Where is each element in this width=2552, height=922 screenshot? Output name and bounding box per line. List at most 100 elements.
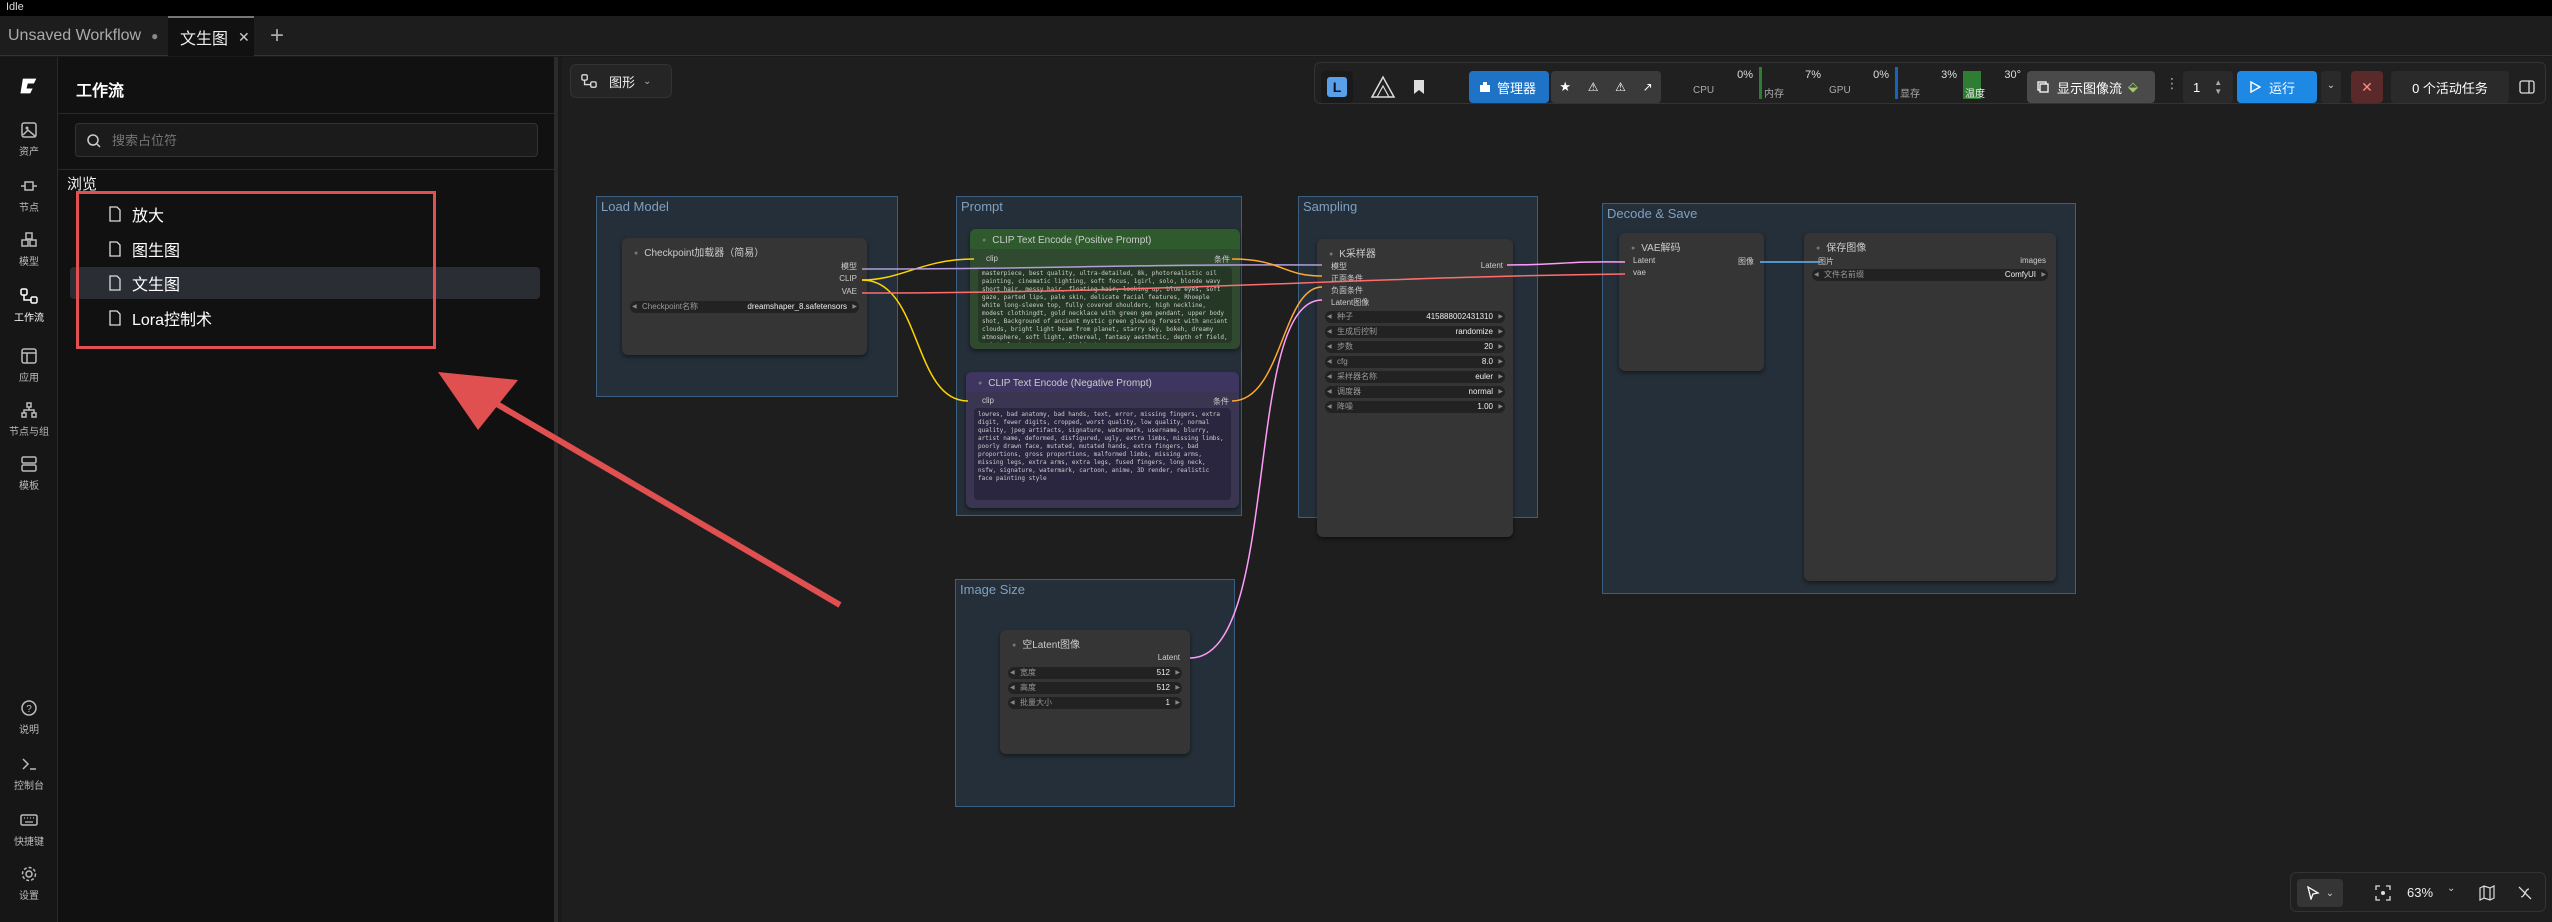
- sampler-name-widget[interactable]: 采样器名称 euler: [1325, 371, 1505, 383]
- widget-label: Checkpoint名称: [642, 302, 699, 311]
- sidebar-item-workflows[interactable]: 工作流: [0, 287, 58, 324]
- search-input[interactable]: [112, 129, 512, 151]
- node-empty-latent-image[interactable]: 空Latent图像 Latent 宽度 512 高度 512 批量大小 1: [1000, 630, 1190, 754]
- toggle-panel-button[interactable]: [2513, 71, 2541, 103]
- keyboard-icon: [20, 814, 38, 826]
- sidebar-item-shortcuts[interactable]: 快捷键: [0, 811, 58, 848]
- node-clip-text-negative[interactable]: CLIP Text Encode (Negative Prompt) clip …: [966, 372, 1239, 508]
- group-title: Prompt: [961, 199, 1003, 214]
- gear-icon: [21, 866, 37, 882]
- sidebar-item-label: 模型: [19, 257, 39, 268]
- vram-label: 显存: [1900, 89, 1920, 100]
- sidebar-item-nodes[interactable]: 节点: [0, 177, 58, 214]
- stepper-icon[interactable]: ▲ ▼: [2214, 78, 2222, 96]
- scheduler-widget[interactable]: 调度器 normal: [1325, 386, 1505, 398]
- close-icon[interactable]: ✕: [238, 29, 250, 46]
- width-widget[interactable]: 宽度 512: [1008, 667, 1182, 679]
- positive-prompt-textarea[interactable]: masterpiece, best quality, ultra-detaile…: [978, 267, 1232, 343]
- node-manager-logo-button[interactable]: [1365, 71, 1401, 103]
- node-title: 保存图像: [1804, 233, 2056, 254]
- widget-value: dreamshaper_8.safetensors: [747, 302, 847, 311]
- output-vae-label: VAE: [841, 287, 857, 296]
- sidebar-item-label: 工作流: [14, 313, 44, 324]
- node-checkpoint-loader[interactable]: Checkpoint加载器（简易） 模型 CLIP VAE Checkpoint…: [622, 238, 867, 355]
- graph-mode-dropdown[interactable]: 图形 ⌄: [570, 64, 672, 98]
- run-options-chevron-icon[interactable]: ⌄: [2321, 71, 2341, 103]
- queue-button[interactable]: 0 个活动任务: [2391, 71, 2509, 103]
- search-box[interactable]: [75, 123, 538, 157]
- cancel-run-button[interactable]: ✕: [2351, 71, 2383, 103]
- filename-prefix-widget[interactable]: 文件名前缀 ComfyUI: [1812, 269, 2048, 281]
- sidebar-item-label: 控制台: [14, 781, 44, 792]
- warning-b-icon[interactable]: ⚠: [1615, 80, 1626, 94]
- mountain-logo-icon: [1370, 75, 1396, 98]
- sidebar-item-label: 快捷键: [14, 837, 44, 848]
- workflow-logo-button[interactable]: L: [1321, 71, 1353, 103]
- group-title: Decode & Save: [1607, 206, 1698, 221]
- sidebar-item-node-groups[interactable]: 节点与组: [0, 401, 58, 438]
- widget-label: 生成后控制: [1337, 327, 1377, 336]
- fit-view-icon[interactable]: [2375, 885, 2391, 901]
- sidebar-item-settings[interactable]: 设置: [0, 865, 58, 902]
- widget-value: randomize: [1455, 327, 1493, 336]
- widget-value: 1: [1165, 698, 1170, 707]
- widget-value: 20: [1484, 342, 1493, 351]
- control-after-generate-widget[interactable]: 生成后控制 randomize: [1325, 326, 1505, 338]
- input-images-label: 图片: [1818, 257, 1834, 266]
- cube-icon: [21, 232, 37, 247]
- widget-label: 调度器: [1337, 387, 1361, 396]
- layers-icon: [2037, 81, 2049, 93]
- image-feed-button[interactable]: 显示图像流 ⬙: [2027, 71, 2155, 103]
- node-clip-text-positive[interactable]: CLIP Text Encode (Positive Prompt) clip …: [970, 229, 1240, 349]
- sidebar-item-assets[interactable]: 资产: [0, 121, 58, 158]
- graph-canvas[interactable]: Load Model Prompt Sampling Decode & Save…: [562, 57, 2552, 922]
- height-widget[interactable]: 高度 512: [1008, 682, 1182, 694]
- output-model-label: 模型: [841, 262, 857, 271]
- node-save-image[interactable]: 保存图像 图片 images 文件名前缀 ComfyUI: [1804, 233, 2056, 581]
- annotation-arrow: [438, 372, 842, 608]
- warning-a-icon[interactable]: ⚠: [1588, 80, 1599, 94]
- run-button[interactable]: 运行: [2237, 71, 2317, 103]
- tab-text-to-image[interactable]: 文生图 ✕: [168, 16, 254, 56]
- minimap-icon[interactable]: [2479, 885, 2495, 901]
- sidebar-item-models[interactable]: 模型: [0, 231, 58, 268]
- node-vae-decode[interactable]: VAE解码 Latent vae 图像: [1619, 233, 1764, 371]
- hide-links-icon[interactable]: [2517, 885, 2533, 901]
- run-label: 运行: [2269, 80, 2296, 96]
- tab-unsaved-workflow[interactable]: Unsaved Workflow ●: [0, 16, 166, 56]
- status-strip: Idle: [0, 0, 2552, 16]
- logo[interactable]: [0, 75, 58, 97]
- template-icon: [21, 456, 37, 472]
- seed-widget[interactable]: 种子 415888002431310: [1325, 311, 1505, 323]
- ckpt-name-widget[interactable]: Checkpoint名称 dreamshaper_8.safetensors: [630, 301, 859, 313]
- sidebar-item-templates[interactable]: 模板: [0, 455, 58, 492]
- sidebar-item-help[interactable]: ? 说明: [0, 699, 58, 736]
- input-positive-label: 正面条件: [1331, 274, 1363, 283]
- chevron-down-icon: ⌄: [643, 75, 652, 87]
- negative-prompt-textarea[interactable]: lowres, bad anatomy, bad hands, text, er…: [974, 408, 1231, 500]
- sidebar-item-console[interactable]: 控制台: [0, 755, 58, 792]
- chevron-down-icon[interactable]: ⌄: [2447, 883, 2455, 894]
- output-latent-label: Latent: [1157, 653, 1180, 662]
- star-icon[interactable]: ★: [1559, 79, 1571, 95]
- gpu-monitor: 0% GPU: [1827, 67, 1891, 99]
- steps-widget[interactable]: 步数 20: [1325, 341, 1505, 353]
- bookmark-button[interactable]: [1405, 71, 1433, 103]
- gpu-value: 0%: [1873, 69, 1889, 81]
- zoom-level[interactable]: 63%: [2407, 885, 2433, 900]
- input-clip-label: clip: [986, 254, 999, 263]
- batch-count-input[interactable]: 1 ▲ ▼: [2183, 71, 2233, 103]
- widget-value: 512: [1156, 683, 1170, 692]
- temperature-monitor: 30° 温度: [1963, 67, 2025, 100]
- manager-button[interactable]: 管理器: [1469, 71, 1549, 103]
- new-tab-button[interactable]: +: [262, 16, 292, 56]
- select-tool-button[interactable]: ⌄: [2297, 879, 2343, 907]
- sidebar-item-apps[interactable]: 应用: [0, 347, 58, 384]
- workflow-icon: [581, 74, 597, 88]
- share-icon[interactable]: ↗: [1643, 80, 1653, 94]
- node-ksampler[interactable]: K采样器 模型 正面条件 负面条件 Latent图像 Latent 种子 4158…: [1317, 239, 1513, 537]
- denoise-widget[interactable]: 降噪 1.00: [1325, 401, 1505, 413]
- node-title: VAE解码: [1619, 233, 1764, 254]
- cfg-widget[interactable]: cfg 8.0: [1325, 356, 1505, 368]
- batch-size-widget[interactable]: 批量大小 1: [1008, 697, 1182, 709]
